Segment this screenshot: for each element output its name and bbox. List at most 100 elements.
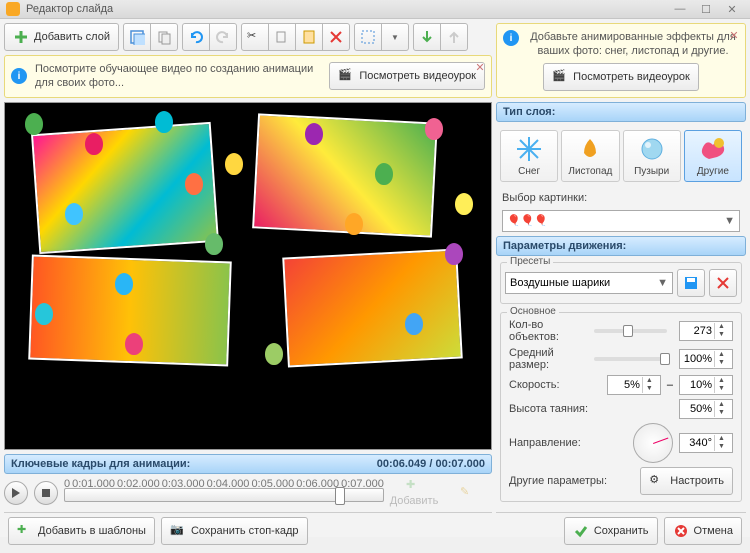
add-kf-label: Добавить	[390, 495, 439, 507]
stop-button[interactable]	[34, 481, 58, 505]
scissors-icon: ✂	[247, 29, 263, 45]
fit-dropdown[interactable]: ▼	[381, 23, 409, 51]
chevron-down-icon: ▼	[657, 277, 668, 289]
hint-right: i Добавьте анимированные эффекты для ваш…	[496, 23, 746, 98]
melt-label: Высота таяния:	[509, 403, 673, 415]
paste-button[interactable]	[295, 23, 323, 51]
copy-button[interactable]	[268, 23, 296, 51]
redo-button[interactable]	[209, 23, 237, 51]
timeline-title: Ключевые кадры для анимации:	[11, 458, 190, 470]
tick-label: 0:01.000	[72, 478, 115, 488]
pick-image-label: Выбор картинки:	[502, 192, 740, 204]
count-spinner[interactable]: ▲▼	[679, 321, 733, 341]
tick-label: 0:07.000	[341, 478, 384, 488]
add-layer-button[interactable]: Добавить слой	[4, 23, 119, 51]
cancel-icon	[673, 523, 689, 539]
layer-type-icon	[638, 135, 666, 163]
avg-size-slider[interactable]	[594, 357, 667, 361]
direction-input[interactable]	[680, 437, 714, 449]
plus-icon	[13, 29, 29, 45]
layer-type-label: Снег	[518, 166, 540, 177]
avg-size-input[interactable]	[680, 353, 714, 365]
watch-right-label: Посмотреть видеоурок	[573, 71, 690, 83]
tile-button[interactable]	[123, 23, 151, 51]
camera-icon: 📷	[170, 523, 186, 539]
preset-value: Воздушные шарики	[510, 277, 610, 289]
undo-button[interactable]	[182, 23, 210, 51]
watch-tutorial-right-button[interactable]: 🎬 Посмотреть видеоурок	[543, 63, 699, 91]
minimize-button[interactable]: —	[668, 0, 692, 18]
layer-type-header: Тип слоя:	[496, 102, 746, 122]
video-icon: 🎬	[552, 69, 568, 85]
delete-preset-button[interactable]	[709, 269, 737, 297]
play-button[interactable]	[4, 481, 28, 505]
layer-type-label: Другие	[697, 166, 729, 177]
pencil-icon: ✎	[460, 485, 476, 501]
hint-close-button[interactable]: ✕	[473, 60, 487, 74]
delete-button[interactable]	[322, 23, 350, 51]
count-slider[interactable]	[594, 329, 667, 333]
configure-button[interactable]: ⚙ Настроить	[640, 467, 733, 495]
playhead[interactable]	[335, 487, 345, 505]
undo-icon	[188, 29, 204, 45]
save-frame-button[interactable]: 📷 Сохранить стоп-кадр	[161, 517, 308, 545]
speed-min-spinner[interactable]: ▲▼	[607, 375, 661, 395]
preset-select[interactable]: Воздушные шарики ▼	[505, 272, 673, 294]
cut-button[interactable]: ✂	[241, 23, 269, 51]
titlebar: Редактор слайда — ☐ ✕	[0, 0, 750, 19]
presets-legend: Пресеты	[507, 256, 553, 267]
maximize-button[interactable]: ☐	[694, 0, 718, 18]
layer-type-3[interactable]: Другие	[684, 130, 742, 182]
delete-icon	[328, 29, 344, 45]
preview-canvas[interactable]	[4, 102, 492, 450]
melt-input[interactable]	[680, 403, 714, 415]
layer-type-0[interactable]: Снег	[500, 130, 558, 182]
layer-type-1[interactable]: Листопад	[561, 130, 619, 182]
tick-label: 0:02.000	[117, 478, 160, 488]
speed-max-spinner[interactable]: ▲▼	[679, 375, 733, 395]
avg-size-spinner[interactable]: ▲▼	[679, 349, 733, 369]
speed-max-input[interactable]	[680, 379, 714, 391]
watch-tutorial-button[interactable]: 🎬 Посмотреть видеоурок	[329, 62, 485, 90]
move-up-button[interactable]	[440, 23, 468, 51]
count-input[interactable]	[680, 325, 714, 337]
cancel-button[interactable]: Отмена	[664, 517, 742, 545]
tick-label: 0:04.000	[207, 478, 250, 488]
direction-spinner[interactable]: ▲▼	[679, 433, 733, 453]
fit-button[interactable]	[354, 23, 382, 51]
add-to-templates-button[interactable]: ✚ Добавить в шаблоны	[8, 517, 155, 545]
speed-min-input[interactable]	[608, 379, 642, 391]
other-params-label: Другие параметры:	[509, 475, 634, 487]
watch-label: Посмотреть видеоурок	[359, 70, 476, 82]
arrow-down-icon	[419, 29, 435, 45]
direction-label: Направление:	[509, 437, 627, 449]
edit-keyframe-button[interactable]: ✎	[444, 485, 492, 501]
save-button[interactable]: Сохранить	[564, 517, 658, 545]
cancel-label: Отмена	[694, 525, 733, 537]
layer-type-label: Листопад	[568, 166, 612, 177]
hint-right-close[interactable]: ✕	[727, 28, 741, 42]
save-preset-button[interactable]	[677, 269, 705, 297]
app-icon	[6, 2, 20, 16]
close-button[interactable]: ✕	[720, 0, 744, 18]
hint-right-text: Добавьте анимированные эффекты для ваших…	[527, 30, 739, 59]
layer-type-2[interactable]: Пузыри	[623, 130, 681, 182]
image-picker[interactable]: 🎈🎈🎈 ▼	[502, 210, 740, 232]
layer-type-label: Пузыри	[634, 166, 669, 177]
add-keyframe-button[interactable]: ✚ Добавить	[390, 478, 438, 507]
melt-spinner[interactable]: ▲▼	[679, 399, 733, 419]
copy-layer-button[interactable]	[150, 23, 178, 51]
timeline-header: Ключевые кадры для анимации: 00:06.049 /…	[4, 454, 492, 474]
main-legend: Основное	[507, 306, 559, 317]
chevron-down-icon: ▼	[724, 215, 735, 227]
speed-label: Скорость:	[509, 379, 601, 391]
direction-dial[interactable]	[633, 423, 673, 463]
template-plus-icon: ✚	[17, 523, 33, 539]
main-toolbar: Добавить слой ✂ ▼	[4, 23, 492, 51]
configure-label: Настроить	[670, 475, 724, 487]
move-down-button[interactable]	[413, 23, 441, 51]
save-frame-label: Сохранить стоп-кадр	[191, 525, 299, 537]
tick-label: 0	[64, 478, 70, 488]
copy-icon	[156, 29, 172, 45]
timeline-track[interactable]: 00:01.0000:02.0000:03.0000:04.0000:05.00…	[64, 478, 384, 508]
